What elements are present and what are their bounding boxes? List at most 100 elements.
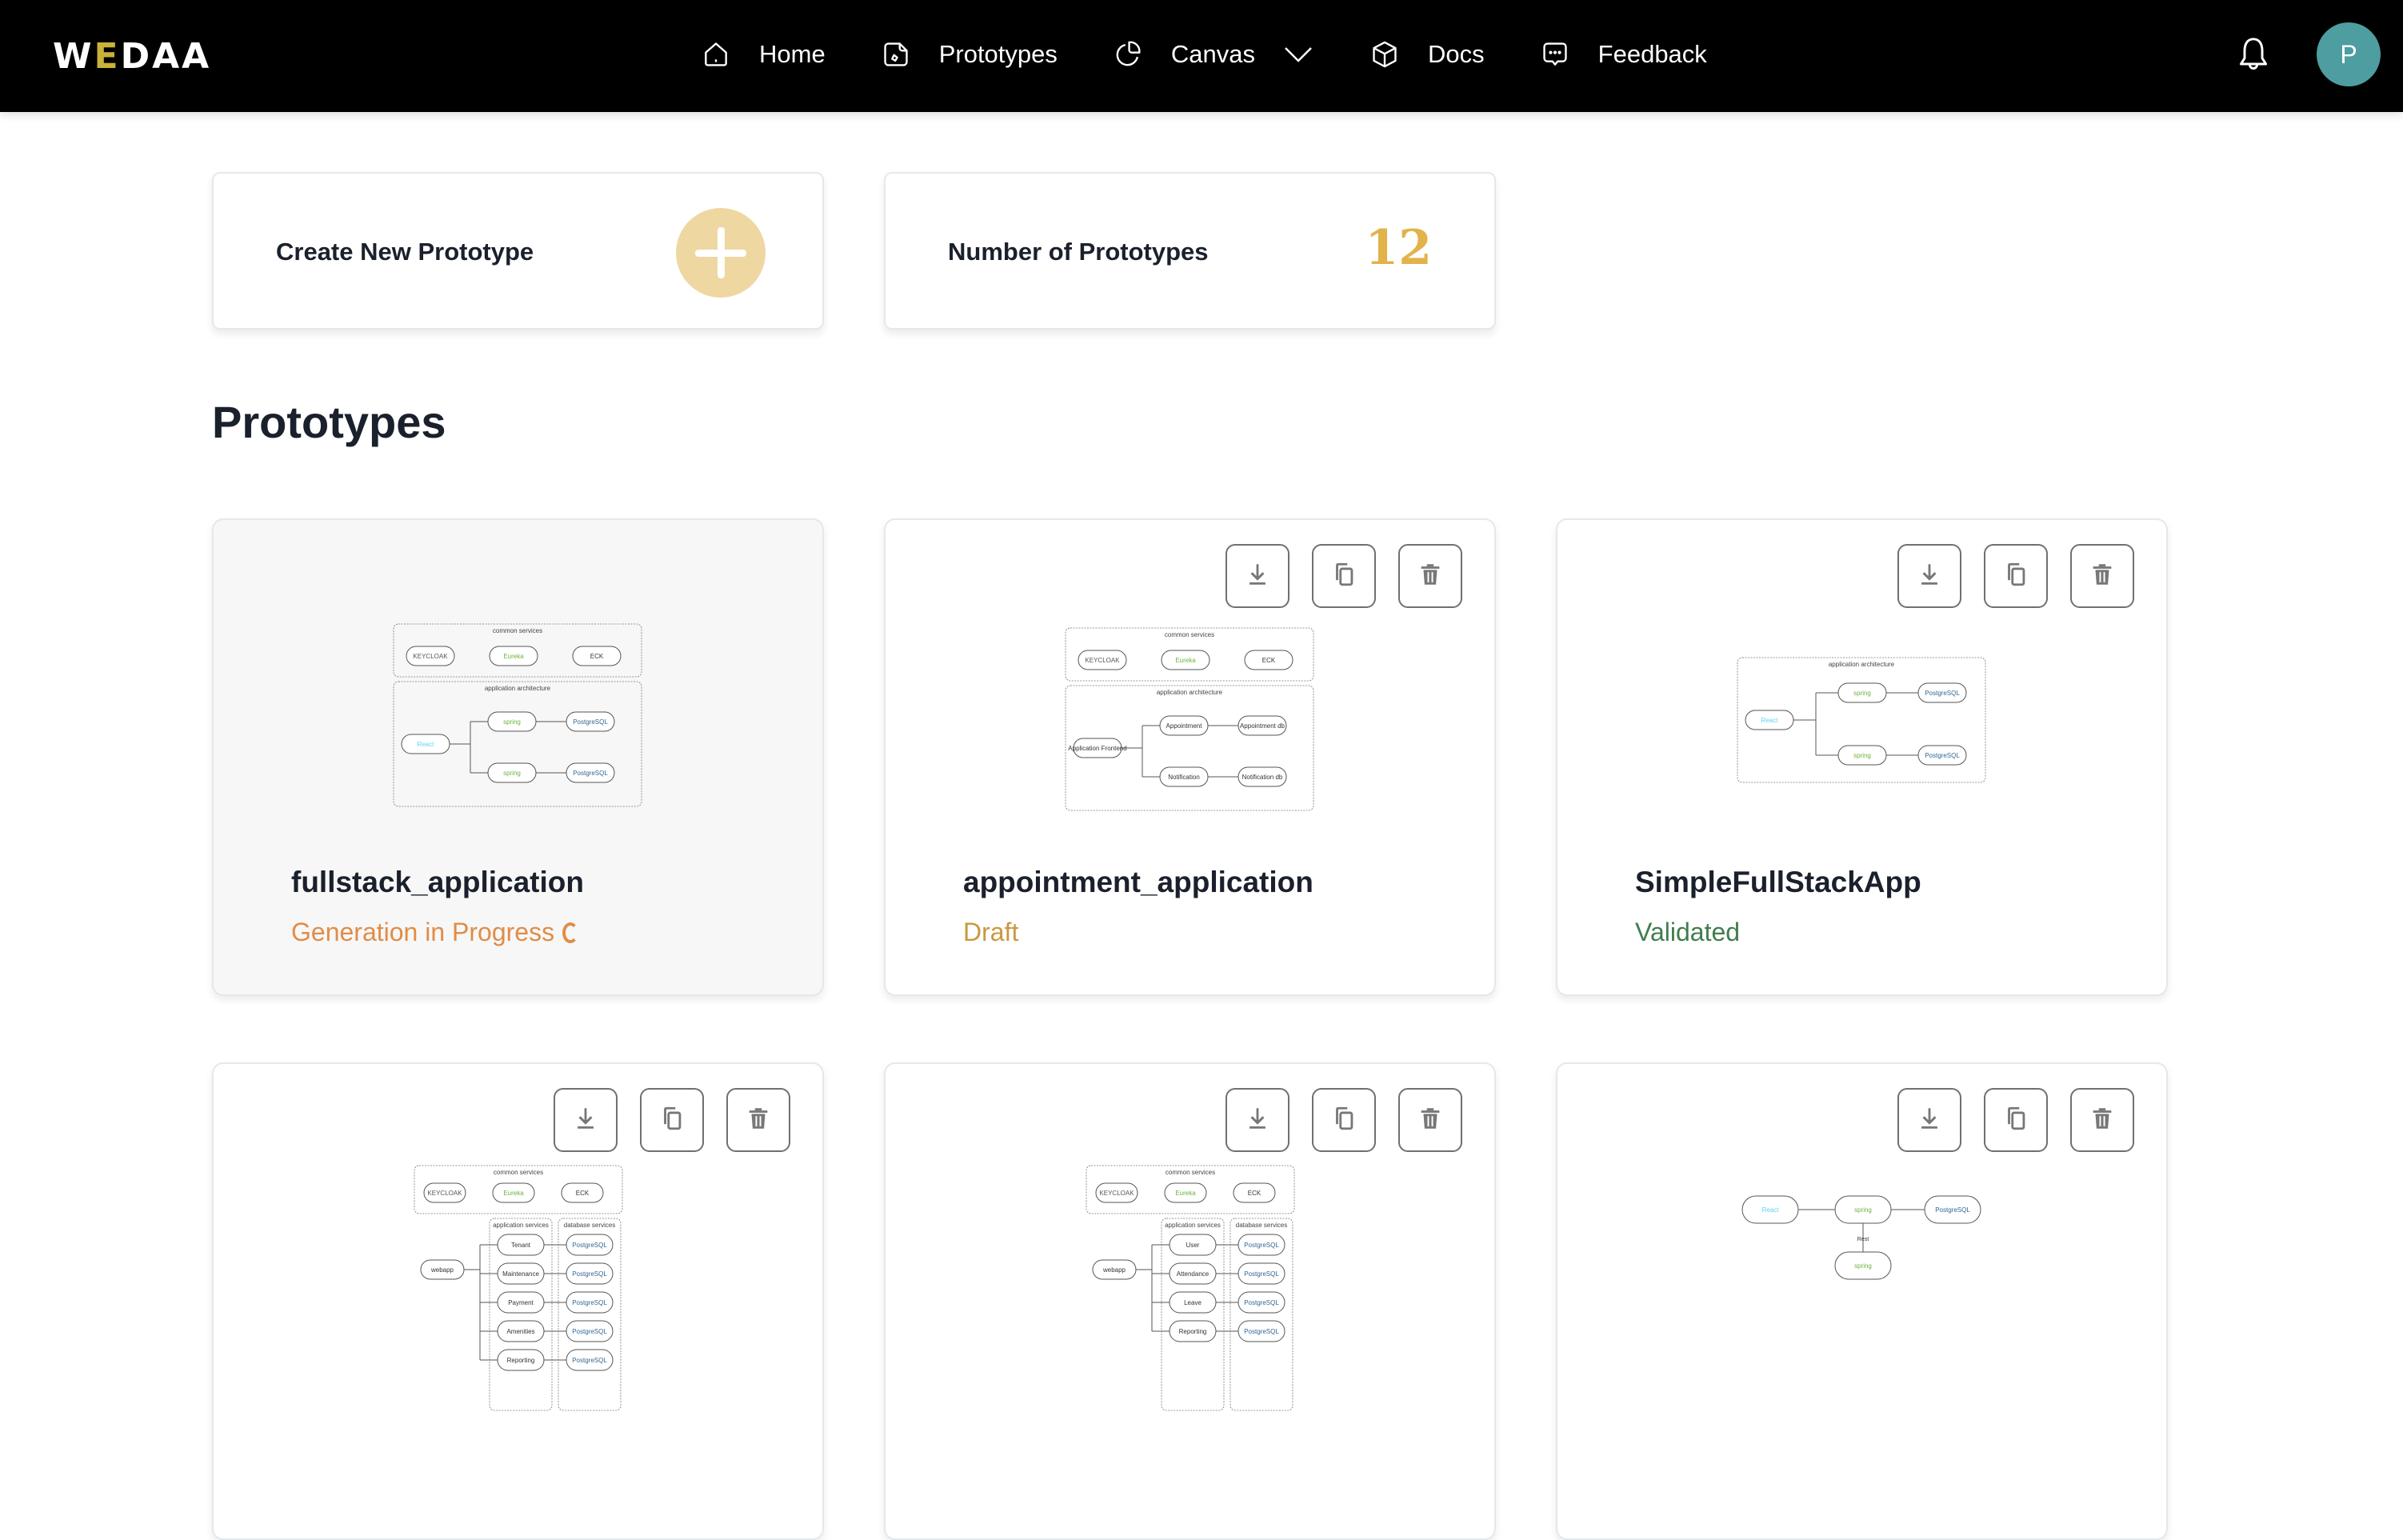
diagram-node: KEYCLOAK bbox=[1078, 650, 1126, 670]
diagram-node: KEYCLOAK bbox=[1095, 1182, 1138, 1203]
svg-text:PostgreSQL: PostgreSQL bbox=[1244, 1328, 1279, 1335]
main-nav: Home Prototypes Canvas Docs Feedback bbox=[700, 30, 1761, 78]
svg-text:Payment: Payment bbox=[508, 1299, 534, 1306]
wedaa-logo[interactable]: W E DAA bbox=[53, 39, 211, 74]
svg-text:PostgreSQL: PostgreSQL bbox=[1925, 690, 1960, 697]
download-button[interactable] bbox=[1897, 544, 1961, 608]
copy-button[interactable] bbox=[1984, 1088, 2048, 1152]
svg-text:Eureka: Eureka bbox=[503, 653, 524, 660]
architecture-diagram-thumbnail[interactable]: React spring PostgreSQL spring Rest bbox=[1557, 1164, 2166, 1420]
download-button[interactable] bbox=[1897, 1088, 1961, 1152]
prototype-card[interactable]: React spring PostgreSQL spring Rest bbox=[1556, 1062, 2168, 1540]
create-prototype-label: Create New Prototype bbox=[276, 238, 534, 266]
delete-button[interactable] bbox=[1398, 544, 1462, 608]
delete-button[interactable] bbox=[2070, 544, 2134, 608]
delete-button[interactable] bbox=[2070, 1088, 2134, 1152]
diagram-node: PostgreSQL bbox=[1917, 682, 1966, 703]
home-icon bbox=[700, 38, 732, 70]
download-icon bbox=[572, 1105, 599, 1136]
diagram-node: webapp bbox=[1092, 1259, 1136, 1280]
svg-text:Tenant: Tenant bbox=[510, 1242, 530, 1249]
architecture-diagram-thumbnail[interactable]: common services KEYCLOAK Eureka ECK applicat… bbox=[214, 620, 822, 812]
prototype-status: Generation in Progress bbox=[291, 918, 579, 947]
nav-prototypes[interactable]: Prototypes bbox=[880, 38, 1058, 70]
diagram-node: PostgreSQL bbox=[1237, 1291, 1285, 1314]
notification-bell-icon[interactable] bbox=[2236, 36, 2271, 74]
diagram-node: Appointment db bbox=[1237, 715, 1286, 736]
trash-icon bbox=[1417, 1105, 1444, 1136]
svg-text:Notification: Notification bbox=[1168, 774, 1200, 781]
diagram-node: PostgreSQL bbox=[1237, 1262, 1285, 1285]
prototype-card[interactable]: application architecture React spring sprin… bbox=[1556, 518, 2168, 996]
copy-icon bbox=[2002, 561, 2029, 592]
diagram-node: React bbox=[401, 734, 450, 754]
prototype-card[interactable]: common services KEYCLOAK Eureka ECK applicat… bbox=[884, 1062, 1496, 1540]
prototype-count-label: Number of Prototypes bbox=[948, 238, 1209, 266]
svg-text:KEYCLOAK: KEYCLOAK bbox=[427, 1190, 462, 1197]
diagram-node: PostgreSQL bbox=[566, 1234, 613, 1256]
svg-text:common services: common services bbox=[492, 627, 542, 634]
prototype-card[interactable]: common services KEYCLOAK Eureka ECK applicat… bbox=[212, 518, 824, 996]
copy-icon bbox=[1330, 1105, 1357, 1136]
svg-text:React: React bbox=[1761, 717, 1778, 724]
prototype-status: Draft bbox=[963, 918, 1019, 946]
trash-icon bbox=[2089, 561, 2116, 592]
diagram-node: Maintenance bbox=[497, 1262, 544, 1285]
architecture-diagram-thumbnail[interactable]: common services KEYCLOAK Eureka ECK applicat… bbox=[214, 1164, 822, 1420]
diagram-node: Eureka bbox=[489, 646, 538, 666]
nav-docs[interactable]: Docs bbox=[1369, 38, 1485, 70]
prototype-card[interactable]: common services KEYCLOAK Eureka ECK applicat… bbox=[212, 1062, 824, 1540]
create-prototype-card[interactable]: Create New Prototype bbox=[212, 172, 824, 330]
diagram-node: React bbox=[1745, 710, 1793, 730]
user-avatar[interactable]: P bbox=[2317, 22, 2381, 86]
architecture-diagram-thumbnail[interactable]: application architecture React spring sprin… bbox=[1557, 624, 2166, 816]
trash-icon bbox=[1417, 561, 1444, 592]
diagram-node: Payment bbox=[497, 1291, 544, 1314]
copy-button[interactable] bbox=[640, 1088, 704, 1152]
chevron-down-icon[interactable] bbox=[1282, 38, 1314, 70]
svg-text:PostgreSQL: PostgreSQL bbox=[572, 1328, 607, 1335]
copy-button[interactable] bbox=[1312, 1088, 1376, 1152]
svg-text:PostgreSQL: PostgreSQL bbox=[1935, 1206, 1970, 1214]
delete-button[interactable] bbox=[1398, 1088, 1462, 1152]
svg-text:PostgreSQL: PostgreSQL bbox=[572, 1357, 607, 1364]
svg-text:database services: database services bbox=[563, 1222, 614, 1229]
copy-button[interactable] bbox=[1984, 544, 2048, 608]
download-icon bbox=[1244, 561, 1271, 592]
download-button[interactable] bbox=[554, 1088, 618, 1152]
card-actions bbox=[554, 1088, 790, 1152]
diagram-node: Reporting bbox=[1169, 1320, 1216, 1342]
download-button[interactable] bbox=[1225, 1088, 1289, 1152]
diagram-node: PostgreSQL bbox=[566, 1349, 613, 1371]
diagram-node: Application Frontend bbox=[1068, 738, 1126, 758]
svg-text:database services: database services bbox=[1235, 1222, 1286, 1229]
card-actions bbox=[1225, 1088, 1462, 1152]
loading-spinner-icon bbox=[562, 922, 579, 943]
prototype-name: appointment_application bbox=[963, 866, 1313, 898]
svg-text:application services: application services bbox=[493, 1222, 549, 1229]
copy-icon bbox=[658, 1105, 686, 1136]
diagram-node: spring bbox=[1834, 1195, 1891, 1224]
nav-home[interactable]: Home bbox=[700, 38, 826, 70]
svg-text:application architecture: application architecture bbox=[484, 685, 550, 692]
delete-button[interactable] bbox=[726, 1088, 790, 1152]
svg-text:PostgreSQL: PostgreSQL bbox=[572, 1299, 607, 1306]
svg-text:Amenities: Amenities bbox=[506, 1328, 534, 1335]
top-navbar: W E DAA Home Prototypes Canvas Docs Feed… bbox=[0, 0, 2403, 112]
download-button[interactable] bbox=[1225, 544, 1289, 608]
prototype-card[interactable]: common services KEYCLOAK Eureka ECK applicat… bbox=[884, 518, 1496, 996]
architecture-diagram-thumbnail[interactable]: common services KEYCLOAK Eureka ECK applicat… bbox=[886, 1164, 1494, 1420]
download-icon bbox=[1916, 1105, 1943, 1136]
diagram-node: Eureka bbox=[492, 1182, 534, 1203]
copy-icon bbox=[1330, 561, 1357, 592]
svg-text:PostgreSQL: PostgreSQL bbox=[572, 1270, 607, 1278]
nav-canvas[interactable]: Canvas bbox=[1112, 38, 1314, 70]
architecture-diagram-thumbnail[interactable]: common services KEYCLOAK Eureka ECK applicat… bbox=[886, 624, 1494, 816]
copy-button[interactable] bbox=[1312, 544, 1376, 608]
nav-feedback[interactable]: Feedback bbox=[1539, 38, 1707, 70]
prototype-count-card: Number of Prototypes 12 bbox=[884, 172, 1496, 330]
diagram-node: KEYCLOAK bbox=[423, 1182, 466, 1203]
svg-text:KEYCLOAK: KEYCLOAK bbox=[1085, 657, 1120, 664]
diagram-node: ECK bbox=[1233, 1182, 1275, 1203]
add-prototype-button[interactable] bbox=[676, 208, 766, 298]
